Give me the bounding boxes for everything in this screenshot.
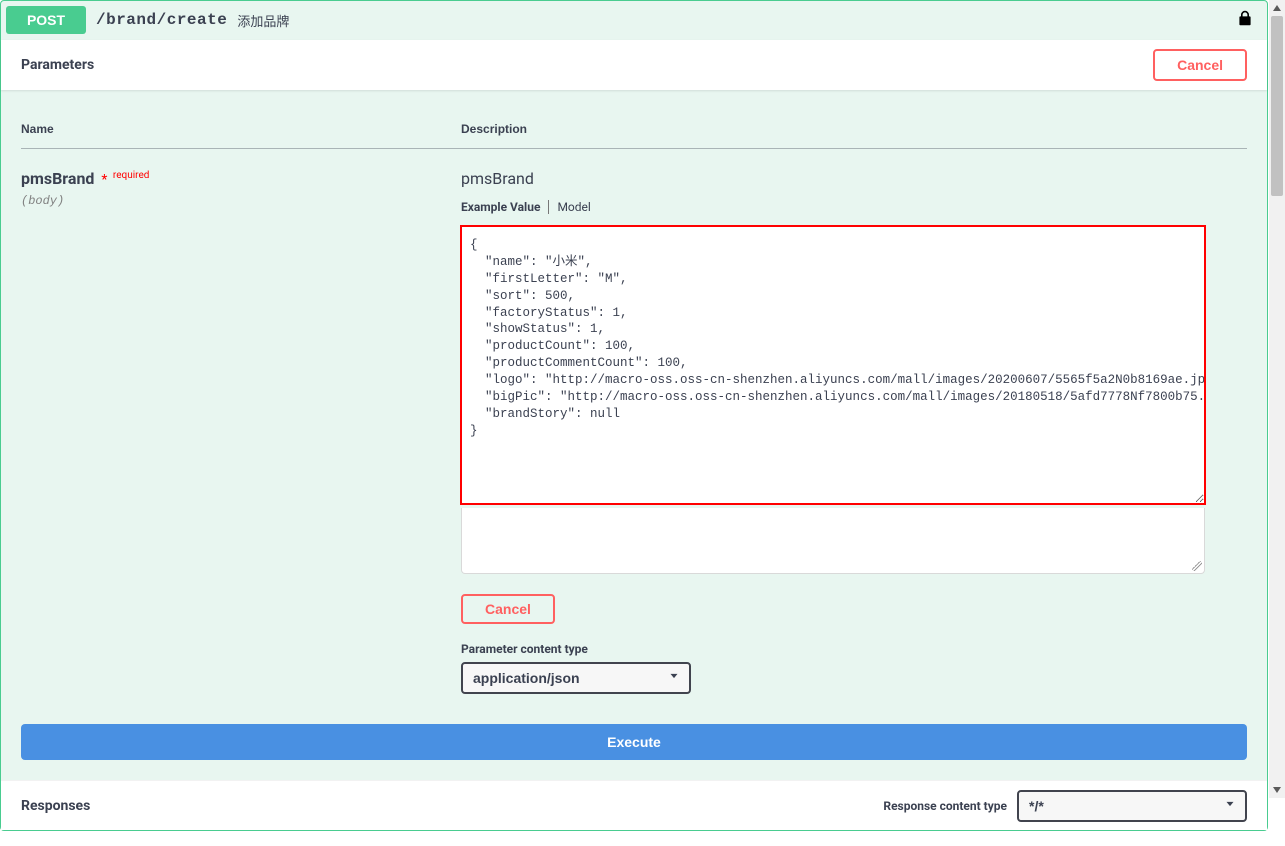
operation-block: POST /brand/create 添加品牌 Parameters Cance… <box>0 0 1268 831</box>
scrollbar[interactable] <box>1269 0 1285 798</box>
parameter-in: (body) <box>21 194 461 208</box>
scroll-down-icon[interactable] <box>1269 782 1285 798</box>
operation-path: /brand/create <box>96 11 227 29</box>
response-content-type-select[interactable]: */* <box>1017 790 1247 822</box>
try-it-out-cancel-button[interactable]: Cancel <box>1153 49 1247 81</box>
parameter-name: pmsBrand <box>21 169 94 188</box>
lock-icon[interactable] <box>1237 9 1253 31</box>
parameters-table: Name Description pmsBrand * required <box>21 110 1247 694</box>
operation-description: 添加品牌 <box>237 11 289 30</box>
column-header-description: Description <box>461 110 1247 149</box>
operation-summary[interactable]: POST /brand/create 添加品牌 <box>1 1 1267 39</box>
execute-button[interactable]: Execute <box>21 724 1247 760</box>
scroll-thumb[interactable] <box>1271 16 1283 196</box>
http-method-badge: POST <box>6 6 86 34</box>
required-star: * <box>98 172 108 188</box>
response-content-type-label: Response content type <box>883 799 1007 813</box>
required-label: required <box>111 170 149 181</box>
param-content-type-label: Parameter content type <box>461 642 1247 656</box>
body-textarea[interactable] <box>461 226 1205 504</box>
textarea-resize-area[interactable] <box>461 508 1205 574</box>
parameters-title: Parameters <box>21 57 94 73</box>
responses-title: Responses <box>21 798 90 814</box>
parameters-header: Parameters Cancel <box>1 40 1267 90</box>
tab-model[interactable]: Model <box>557 200 598 214</box>
param-content-type-select-wrap: application/json <box>461 662 691 694</box>
tab-separator <box>548 200 549 214</box>
model-name: pmsBrand <box>461 169 1247 188</box>
responses-header: Responses Response content type */* <box>1 780 1267 830</box>
scroll-up-icon[interactable] <box>1269 0 1285 16</box>
body-tabs: Example Value Model <box>461 200 1247 214</box>
tab-example-value[interactable]: Example Value <box>461 200 548 214</box>
parameter-row: pmsBrand * required (body) pmsBrand Exam… <box>21 149 1247 695</box>
parameter-cancel-button[interactable]: Cancel <box>461 594 555 624</box>
param-content-type-select[interactable]: application/json <box>461 662 691 694</box>
response-content-type-select-wrap: */* <box>1017 790 1247 822</box>
operation-body: Parameters Cancel Name Description <box>1 39 1267 830</box>
column-header-name: Name <box>21 110 461 149</box>
